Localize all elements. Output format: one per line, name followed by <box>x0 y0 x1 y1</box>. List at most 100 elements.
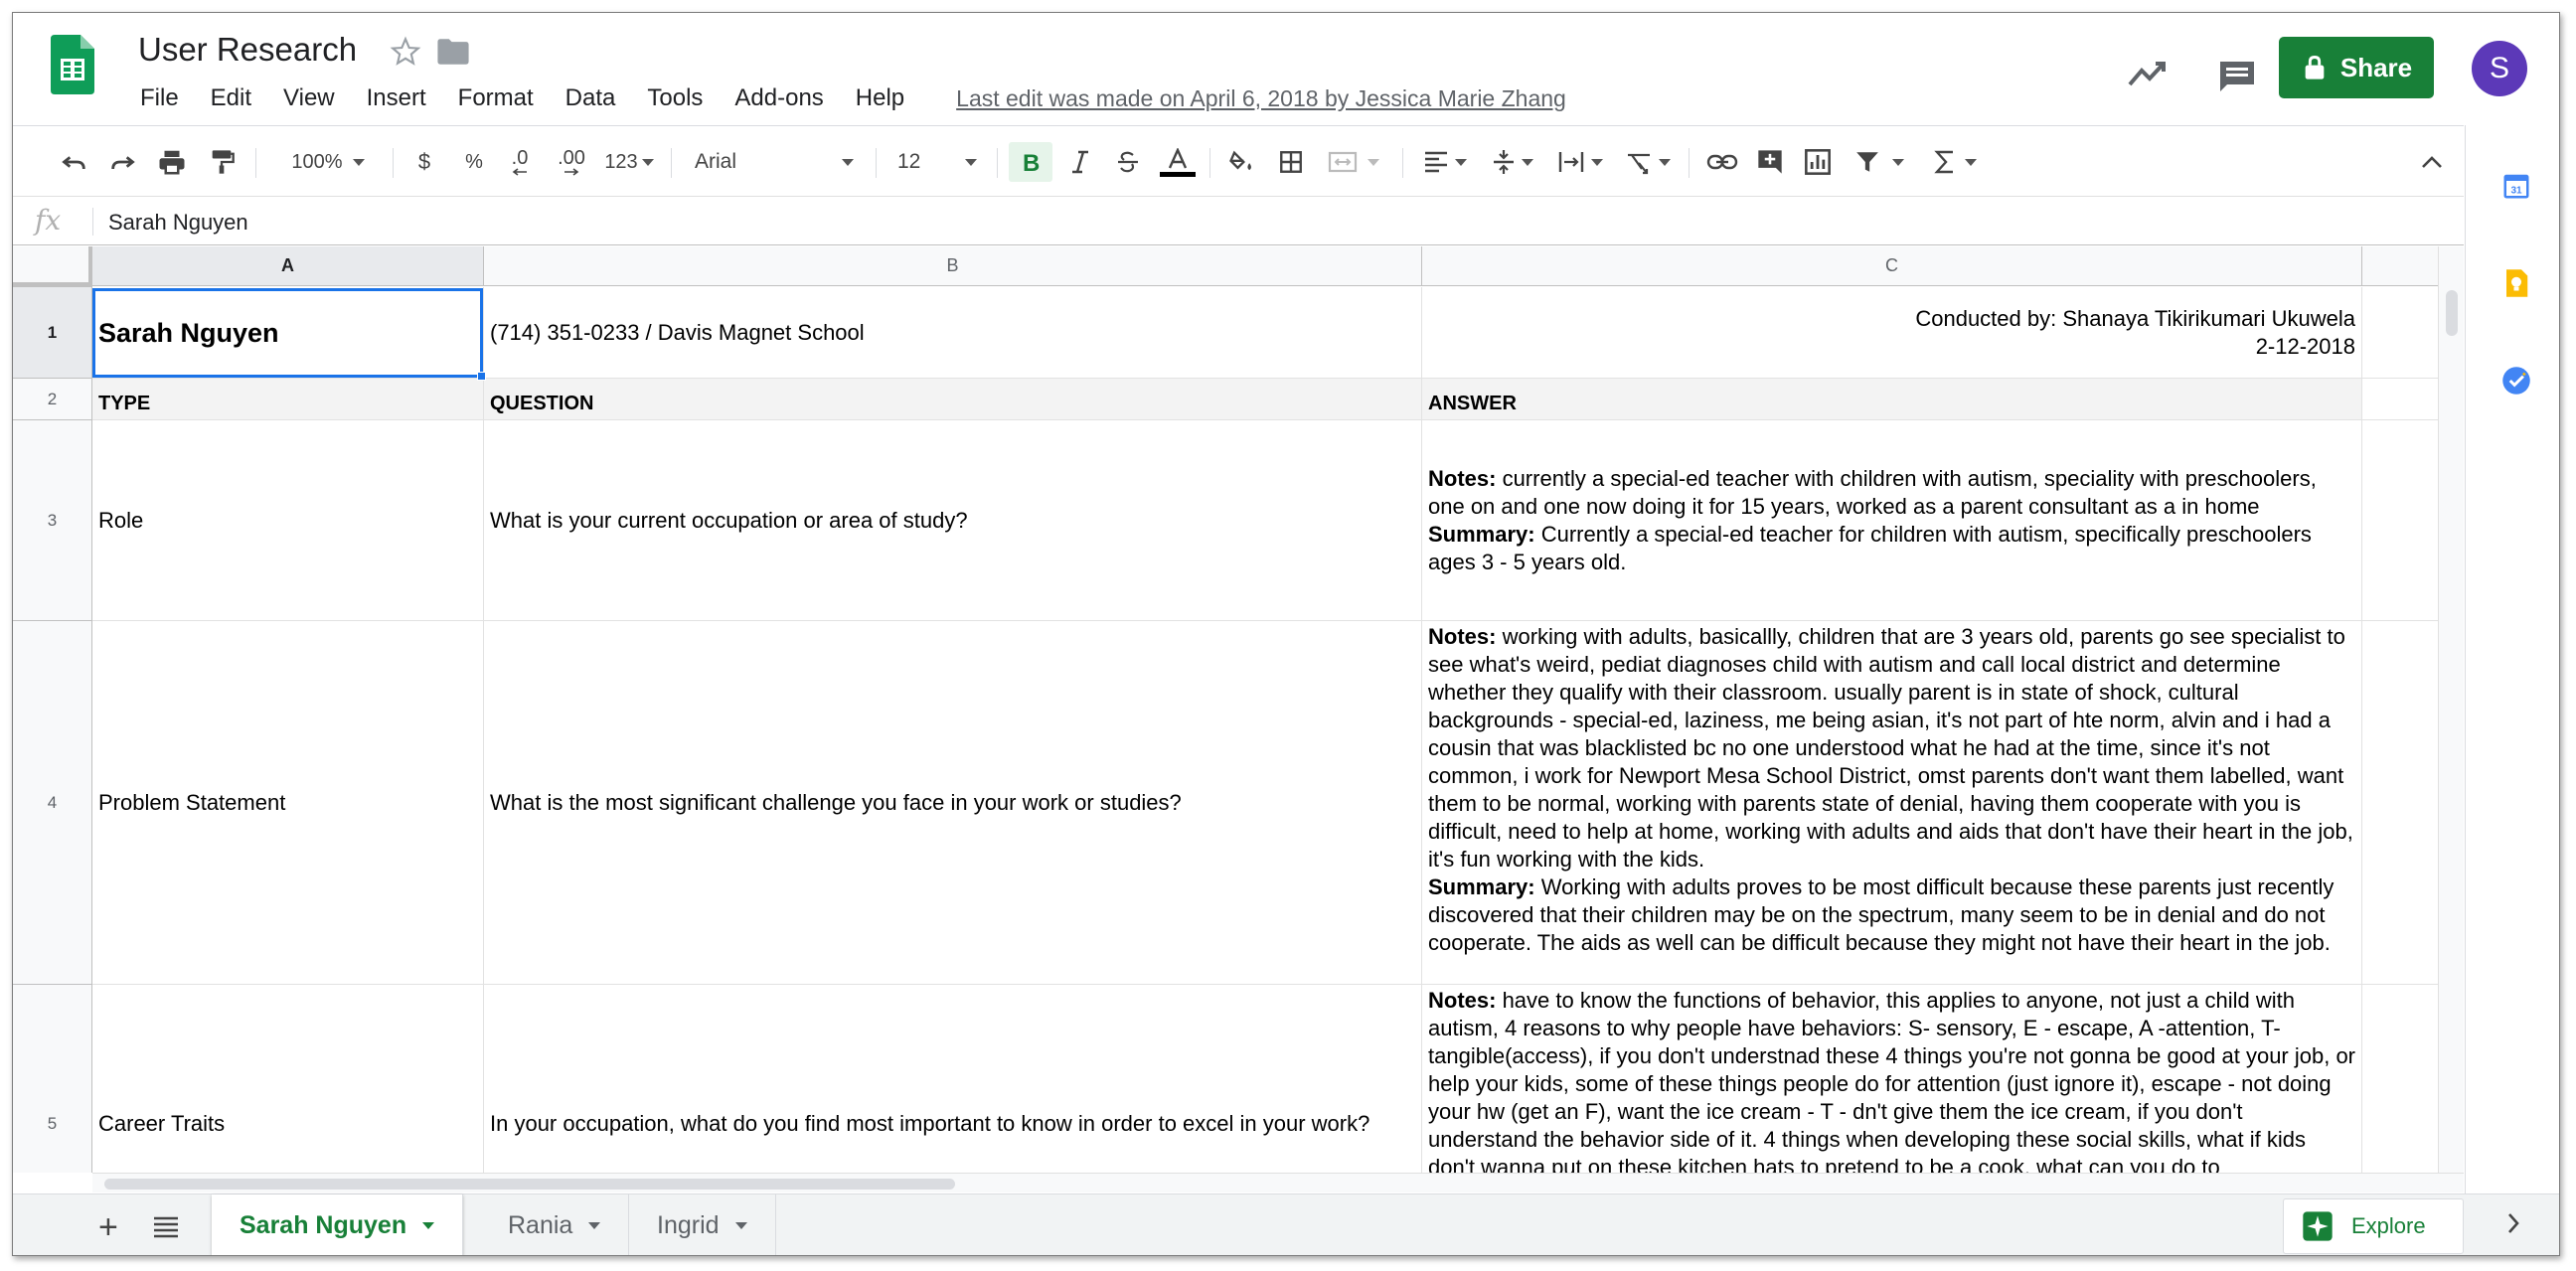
vertical-scroll-thumb[interactable] <box>2446 290 2458 336</box>
cell-d4[interactable] <box>2362 621 2438 985</box>
chevron-right-icon[interactable] <box>2501 1208 2531 1238</box>
row-header-5[interactable]: 5 <box>13 985 92 1173</box>
print-icon[interactable] <box>152 142 192 182</box>
font-family-select[interactable]: Arial <box>685 142 864 182</box>
fill-color-button[interactable] <box>1221 142 1261 182</box>
menu-data[interactable]: Data <box>562 82 620 114</box>
row-header-3[interactable]: 3 <box>13 420 92 621</box>
comment-icon[interactable] <box>2217 59 2257 94</box>
filter-button[interactable] <box>1848 142 1911 182</box>
text-wrapping-button[interactable] <box>1551 142 1609 182</box>
paint-format-icon[interactable] <box>202 142 242 182</box>
strikethrough-button[interactable] <box>1108 142 1148 182</box>
cell-b1[interactable]: (714) 351-0233 / Davis Magnet School <box>484 287 1422 379</box>
all-sheets-icon[interactable] <box>152 1214 180 1238</box>
vertical-align-button[interactable] <box>1484 142 1541 182</box>
insert-chart-button[interactable] <box>1798 142 1838 182</box>
functions-button[interactable] <box>1925 142 1985 182</box>
sheet-tab-rania[interactable]: Rania <box>480 1194 630 1255</box>
row-header-4[interactable]: 4 <box>13 621 92 985</box>
cell-b3[interactable]: What is your current occupation or area … <box>484 420 1422 621</box>
currency-format-button[interactable]: $ <box>406 142 442 182</box>
fill-handle[interactable] <box>477 372 486 381</box>
share-button[interactable]: Share <box>2279 37 2434 98</box>
cell-b5[interactable]: In your occupation, what do you find mos… <box>484 985 1422 1173</box>
keep-icon[interactable] <box>2501 268 2531 298</box>
insert-link-button[interactable] <box>1702 142 1742 182</box>
tasks-icon[interactable] <box>2501 366 2531 396</box>
chevron-down-icon[interactable] <box>422 1221 435 1229</box>
horizontal-align-button[interactable] <box>1416 142 1474 182</box>
cell-b4-text: What is the most significant challenge y… <box>490 789 1182 815</box>
cell-c3[interactable]: Notes: currently a special-ed teacher wi… <box>1422 420 2362 621</box>
add-sheet-icon[interactable]: + <box>98 1208 118 1247</box>
sheets-logo-icon[interactable] <box>51 35 94 94</box>
notes-text: have to know the functions of behavior, … <box>1428 988 2356 1173</box>
undo-icon[interactable] <box>55 142 94 182</box>
document-title[interactable]: User Research <box>138 31 357 69</box>
chevron-down-icon[interactable] <box>588 1221 601 1229</box>
cell-d2[interactable] <box>2362 379 2438 420</box>
star-icon[interactable] <box>389 35 422 69</box>
menu-view[interactable]: View <box>279 82 339 114</box>
chevron-down-icon[interactable] <box>734 1221 747 1229</box>
cell-b2[interactable]: QUESTION <box>484 379 1422 420</box>
more-formats-select[interactable]: 123 <box>599 142 659 182</box>
increase-decimal-button[interactable]: .00 <box>550 142 593 182</box>
collapse-toolbar-icon[interactable] <box>2412 142 2452 182</box>
notes-label: Notes: <box>1428 624 1497 649</box>
text-color-button[interactable] <box>1156 142 1200 182</box>
row-header-2[interactable]: 2 <box>13 379 92 420</box>
menu-file[interactable]: File <box>136 82 183 114</box>
menu-tools[interactable]: Tools <box>643 82 707 114</box>
cell-a4[interactable]: Problem Statement <box>92 621 484 985</box>
sheet-tab-ingrid[interactable]: Ingrid <box>629 1194 776 1255</box>
summary-text: Working with adults proves to be most di… <box>1428 874 2334 955</box>
bold-button[interactable]: B <box>1009 142 1052 182</box>
insert-comment-button[interactable] <box>1750 142 1790 182</box>
cell-c2[interactable]: ANSWER <box>1422 379 2362 420</box>
folder-icon[interactable] <box>436 37 470 67</box>
column-header-c[interactable]: C <box>1422 246 2362 286</box>
row-header-1[interactable]: 1 <box>13 287 92 379</box>
zoom-select[interactable]: 100% <box>273 142 383 182</box>
cell-a5[interactable]: Career Traits <box>92 985 484 1173</box>
redo-icon[interactable] <box>102 142 142 182</box>
horizontal-scroll-thumb[interactable] <box>104 1179 955 1190</box>
column-header-d[interactable] <box>2362 246 2438 286</box>
cell-d1[interactable] <box>2362 287 2438 379</box>
cell-d5[interactable] <box>2362 985 2438 1173</box>
formula-input[interactable]: Sarah Nguyen <box>108 210 248 236</box>
explore-button[interactable]: Explore <box>2283 1198 2464 1254</box>
font-size-select[interactable]: 12 <box>887 142 987 182</box>
column-header-a[interactable]: A <box>92 246 484 286</box>
calendar-icon[interactable]: 31 <box>2501 171 2531 201</box>
italic-button[interactable] <box>1060 142 1100 182</box>
cell-a1[interactable]: Sarah Nguyen <box>92 287 484 379</box>
text-rotation-button[interactable] <box>1619 142 1677 182</box>
horizontal-scrollbar[interactable] <box>92 1173 2464 1192</box>
decrease-decimal-button[interactable]: .0 <box>500 142 540 182</box>
sheet-tab-sarah-nguyen[interactable]: Sarah Nguyen <box>212 1194 464 1255</box>
menu-help[interactable]: Help <box>852 82 908 114</box>
menu-addons[interactable]: Add-ons <box>730 82 827 114</box>
vertical-scrollbar[interactable] <box>2438 246 2464 1173</box>
menu-format[interactable]: Format <box>454 82 538 114</box>
cell-c5[interactable]: Notes: have to know the functions of beh… <box>1422 985 2362 1173</box>
column-header-b[interactable]: B <box>484 246 1422 286</box>
cell-c1[interactable]: Conducted by: Shanaya Tikirikumari Ukuwe… <box>1422 287 2362 379</box>
activity-dashboard-icon[interactable] <box>2128 59 2168 88</box>
cell-a2[interactable]: TYPE <box>92 379 484 420</box>
cell-c4[interactable]: Notes: working with adults, basicallly, … <box>1422 621 2362 985</box>
last-edit-link[interactable]: Last edit was made on April 6, 2018 by J… <box>956 85 1566 112</box>
borders-button[interactable] <box>1271 142 1311 182</box>
menu-edit[interactable]: Edit <box>207 82 255 114</box>
cell-a3[interactable]: Role <box>92 420 484 621</box>
merge-cells-button[interactable] <box>1319 142 1388 182</box>
cell-d3[interactable] <box>2362 420 2438 621</box>
menu-insert[interactable]: Insert <box>363 82 430 114</box>
avatar[interactable]: S <box>2472 41 2527 96</box>
select-all-corner[interactable] <box>13 246 93 287</box>
percent-format-button[interactable]: % <box>456 142 492 182</box>
cell-b4[interactable]: What is the most significant challenge y… <box>484 621 1422 985</box>
